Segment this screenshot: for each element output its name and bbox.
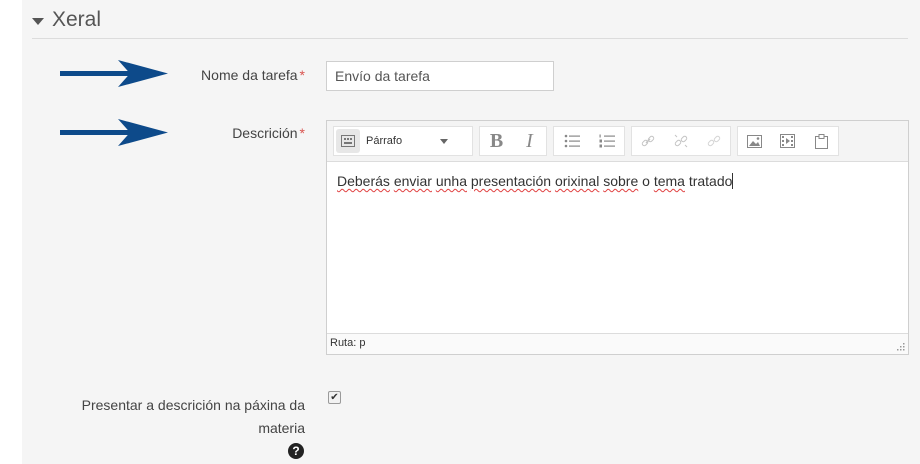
unlink-icon[interactable] — [669, 129, 693, 153]
resize-handle-icon[interactable] — [895, 341, 905, 351]
editor-statusbar: Ruta: p — [327, 333, 908, 354]
element-path: Ruta: p — [330, 337, 366, 349]
content-word: enviar — [393, 173, 432, 189]
format-select-value: Párrafo — [366, 135, 403, 147]
section-title: Xeral — [52, 8, 102, 31]
show-description-label: Presentar a descrición na páxina da mate… — [20, 394, 305, 440]
content-word: sobre — [603, 173, 639, 189]
format-select[interactable]: Párrafo — [360, 127, 454, 155]
editor-toolbar: Párrafo B I — [327, 121, 908, 162]
task-name-label-text: Nome da tarefa — [201, 67, 298, 83]
content-word: tema — [653, 173, 685, 189]
link-icon[interactable] — [636, 129, 660, 153]
bold-button[interactable]: B — [485, 129, 509, 153]
description-label-text: Descrición — [232, 125, 298, 141]
toolbar-group-format: Párrafo — [333, 126, 473, 156]
content-word: orixinal — [554, 173, 600, 189]
anchor-icon[interactable] — [702, 129, 726, 153]
editor-content[interactable]: Deberás enviar unha presentación orixina… — [337, 173, 898, 189]
task-name-label: Nome da tarefa * — [150, 67, 305, 83]
numbered-list-icon[interactable] — [595, 129, 619, 153]
image-icon[interactable] — [743, 129, 767, 153]
bullet-list-icon[interactable] — [560, 129, 584, 153]
italic-button[interactable]: I — [518, 129, 542, 153]
collapse-caret-icon[interactable] — [32, 17, 44, 25]
show-description-label-line1: Presentar a descrición na páxina da — [81, 397, 305, 413]
section-header-general[interactable]: Xeral — [32, 8, 101, 32]
toolbar-group-links — [631, 126, 731, 156]
show-description-label-line2: materia — [258, 420, 305, 436]
content-word: Deberás — [337, 173, 390, 189]
required-icon: * — [299, 125, 305, 141]
section-divider — [32, 38, 908, 39]
chevron-down-icon — [440, 138, 448, 144]
task-name-input[interactable]: Envío da tarefa — [326, 61, 554, 91]
content-text: o — [638, 173, 654, 189]
toolbar-group-insert — [737, 126, 839, 156]
content-text: tratado — [684, 173, 733, 189]
keyboard-icon[interactable] — [336, 129, 360, 153]
description-label: Descrición * — [150, 125, 305, 141]
paste-icon[interactable] — [809, 129, 833, 153]
media-icon[interactable] — [776, 129, 800, 153]
required-icon: * — [299, 67, 305, 83]
text-cursor — [732, 173, 734, 189]
help-icon[interactable]: ? — [288, 443, 304, 459]
toolbar-group-style: B I — [479, 126, 547, 156]
content-word: presentación — [470, 173, 552, 189]
description-editor[interactable]: Párrafo B I Deberás enviar unha presenta… — [326, 120, 909, 355]
content-word: unha — [435, 173, 467, 189]
show-description-checkbox[interactable]: ✔ — [328, 391, 341, 404]
toolbar-group-lists — [553, 126, 625, 156]
